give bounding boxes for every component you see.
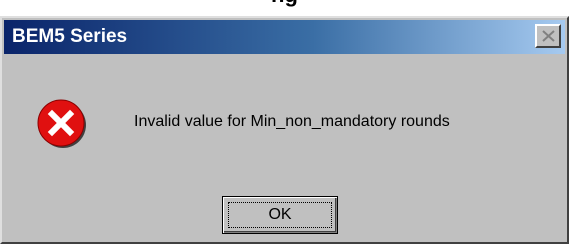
- screenshot-page: ng BEM5 Series Invalid value for Min_non…: [0, 0, 569, 244]
- dialog-title: BEM5 Series: [12, 26, 128, 47]
- ok-button[interactable]: OK: [222, 196, 338, 234]
- dialog-titlebar[interactable]: BEM5 Series: [4, 20, 565, 54]
- ok-button-label: OK: [268, 206, 292, 223]
- error-icon: [37, 99, 86, 148]
- partial-heading-above-dialog: ng: [0, 0, 569, 6]
- message-dialog: BEM5 Series Invalid value for Min_non_ma…: [0, 16, 569, 244]
- close-button[interactable]: [535, 24, 561, 48]
- close-icon: [542, 30, 555, 42]
- error-message: Invalid value for Min_non_mandatory roun…: [134, 113, 450, 130]
